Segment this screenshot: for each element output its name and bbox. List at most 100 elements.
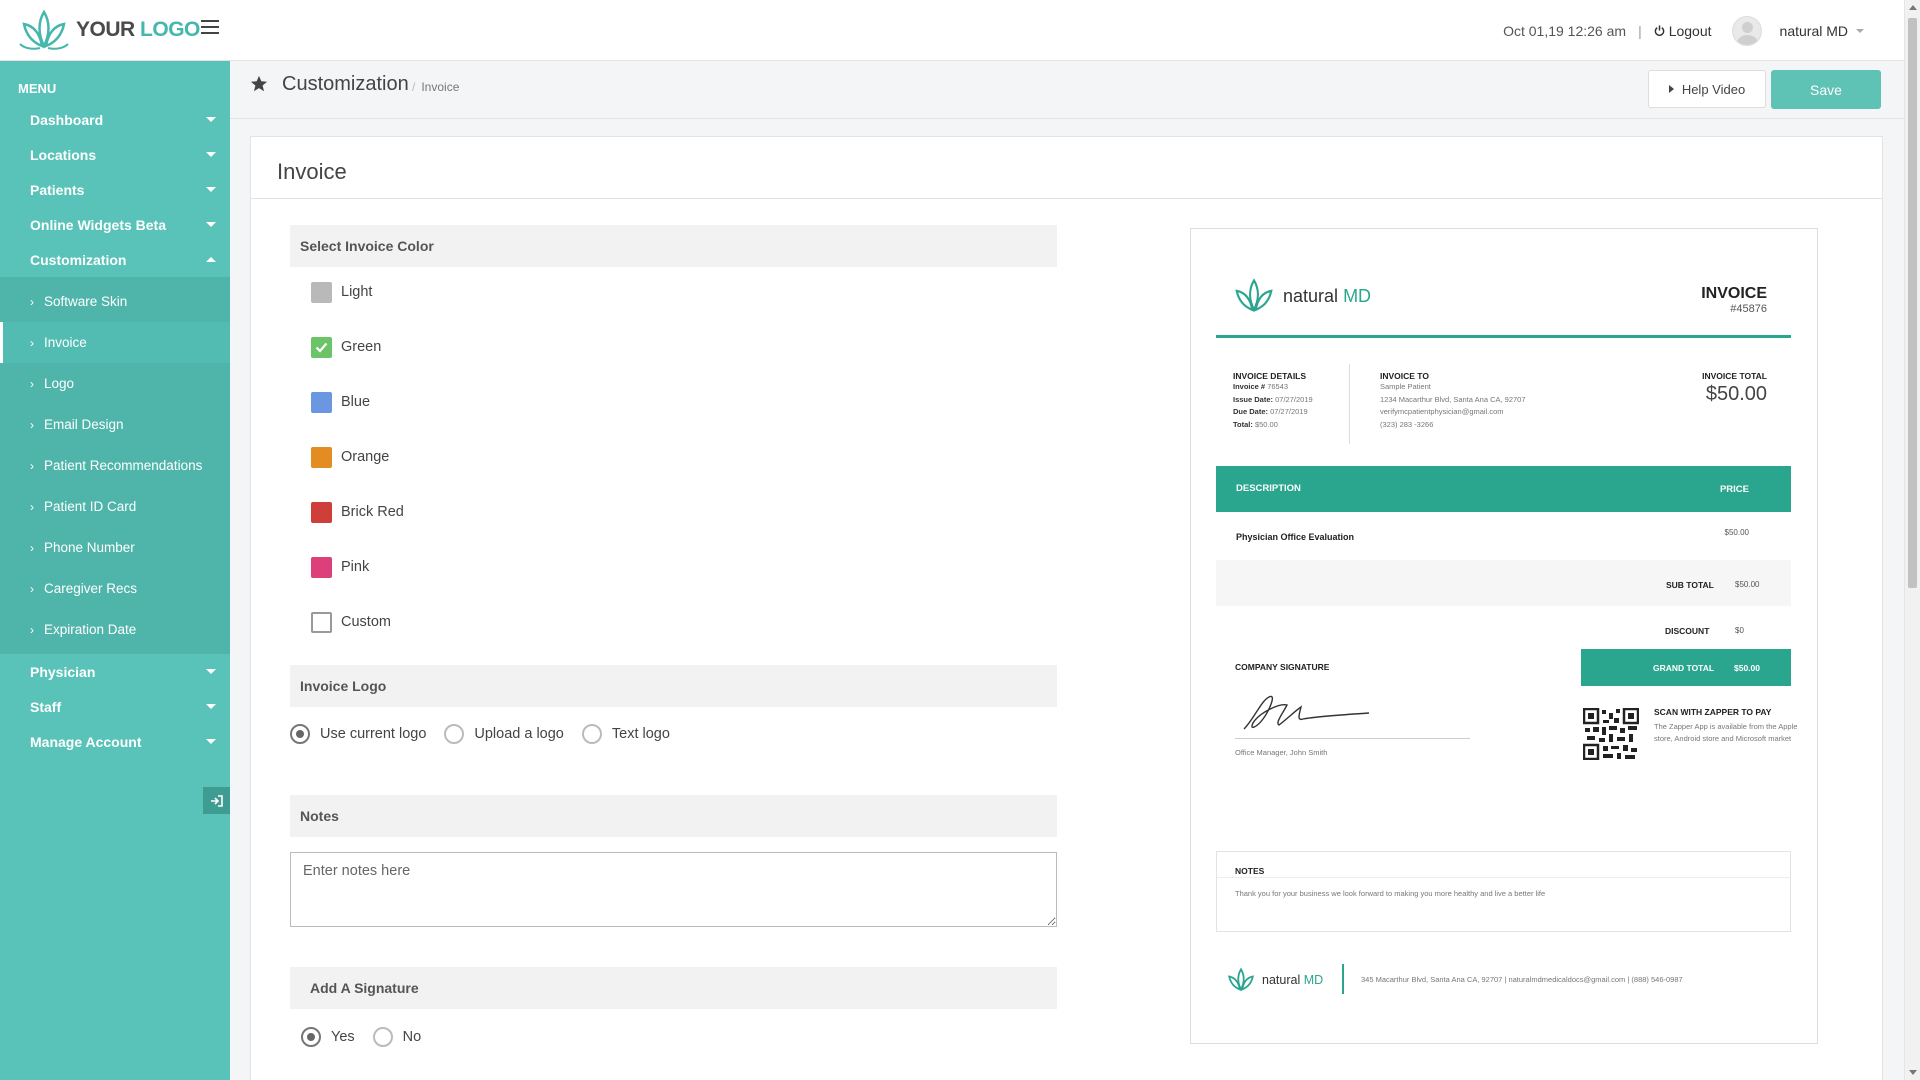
sidebar-subitem-label: Caregiver Recs: [44, 581, 138, 596]
caret-down-icon: [206, 669, 216, 674]
radio-label: Yes: [331, 1029, 355, 1045]
detail-value: 76543: [1267, 382, 1289, 391]
color-option-orange[interactable]: Orange: [311, 445, 389, 469]
sidebar-item-online-widgets[interactable]: Online Widgets Beta: [0, 207, 230, 242]
radio-signature-yes[interactable]: Yes: [301, 1027, 355, 1047]
sidebar-item-dashboard[interactable]: Dashboard: [0, 102, 230, 137]
logo-text: YOUR LOGO: [76, 18, 200, 42]
logout-link[interactable]: Logout: [1654, 23, 1712, 39]
sidebar-item-label: Online Widgets Beta: [30, 216, 167, 233]
radio-checked[interactable]: [301, 1027, 321, 1047]
radio-use-current-logo[interactable]: Use current logo: [290, 724, 426, 744]
color-label: Pink: [341, 559, 370, 575]
radio-label: Upload a logo: [474, 726, 564, 742]
detail-value: 07/27/2019: [1275, 394, 1313, 404]
chevron-right-icon: ›: [30, 499, 34, 514]
sidebar-subitem-phone-number[interactable]: › Phone Number: [0, 527, 230, 568]
color-label: Custom: [341, 614, 391, 630]
radio-text-logo[interactable]: Text logo: [581, 724, 670, 744]
top-right-area: Oct 01,19 12:26 am | Logout natural MD: [1503, 0, 1864, 61]
color-swatch: [311, 336, 332, 358]
radio-upload-logo[interactable]: Upload a logo: [444, 724, 564, 744]
sidebar-item-patients[interactable]: Patients: [0, 172, 230, 207]
color-option-pink[interactable]: Pink: [311, 555, 369, 579]
sidebar-item-customization[interactable]: Customization: [0, 242, 230, 277]
save-button[interactable]: Save: [1771, 70, 1881, 109]
collapse-sidebar-button[interactable]: [203, 787, 230, 814]
customization-submenu: › Software Skin › Invoice › Logo › Email Des…: [0, 277, 230, 654]
color-option-custom[interactable]: Custom: [311, 610, 391, 634]
sidebar-subitem-logo[interactable]: › Logo: [0, 363, 230, 404]
color-option-light[interactable]: Light: [311, 280, 372, 304]
scroll-up-icon[interactable]: [1909, 5, 1917, 10]
help-video-button[interactable]: Help Video: [1648, 70, 1766, 108]
subtotal-label: SUB TOTAL: [1666, 580, 1714, 590]
detail-label: Due Date:: [1233, 407, 1269, 416]
preview-total-value: $50.00: [1705, 383, 1767, 405]
check-icon: [315, 342, 328, 353]
radio-unchecked[interactable]: [372, 1027, 393, 1047]
play-icon: [1668, 85, 1674, 93]
scroll-down-icon[interactable]: [1909, 1070, 1917, 1075]
section-invoice-color: Select Invoice Color: [290, 225, 1057, 267]
footer-divider: [1342, 964, 1344, 994]
section-notes: Notes: [290, 795, 1057, 837]
username[interactable]: natural MD: [1780, 23, 1848, 39]
footer-brand: natural MD: [1262, 973, 1323, 987]
page-scrollbar[interactable]: [1904, 0, 1920, 1080]
chevron-right-icon: ›: [30, 581, 34, 596]
radio-unchecked[interactable]: [444, 724, 465, 744]
sidebar-item-locations[interactable]: Locations: [0, 137, 230, 172]
sidebar-subitem-patient-id-card[interactable]: › Patient ID Card: [0, 486, 230, 527]
leaf-logo-icon: [19, 9, 69, 50]
sidebar-subitem-email-design[interactable]: › Email Design: [0, 404, 230, 445]
power-icon: [1654, 25, 1664, 36]
discount-label: DISCOUNT: [1665, 626, 1710, 636]
detail-label: Invoice #: [1233, 382, 1266, 391]
preview-invoice-title: INVOICE: [1701, 285, 1767, 302]
invoice-panel: Invoice Select Invoice Color Light Green…: [250, 136, 1883, 1080]
star-icon[interactable]: [250, 75, 268, 93]
color-option-green[interactable]: Green: [311, 335, 381, 359]
sidebar-item-physician[interactable]: Physician: [0, 654, 230, 689]
logout-label: Logout: [1668, 22, 1712, 39]
sidebar-subitem-patient-recommendations[interactable]: › Patient Recommendations: [0, 445, 230, 486]
color-swatch: [311, 501, 332, 523]
color-option-brick-red[interactable]: Brick Red: [311, 500, 404, 524]
preview-table-header: DESCRIPTION PRICE: [1216, 466, 1791, 512]
sidebar-item-staff[interactable]: Staff: [0, 689, 230, 724]
radio-checked[interactable]: [290, 724, 310, 744]
discount-value: $0: [1735, 626, 1744, 635]
app-logo[interactable]: YOUR LOGO: [18, 8, 200, 52]
sidebar-subitem-software-skin[interactable]: › Software Skin: [0, 281, 230, 322]
menu-title: MENU: [18, 81, 57, 96]
sidebar-item-manage-account[interactable]: Manage Account: [0, 724, 230, 759]
sidebar-subitem-label: Invoice: [44, 335, 87, 350]
scroll-thumb[interactable]: [1908, 18, 1917, 588]
color-swatch: [311, 391, 332, 413]
sidebar-subitem-caregiver-recs[interactable]: › Caregiver Recs: [0, 568, 230, 609]
sidebar-subitem-invoice[interactable]: › Invoice: [0, 322, 230, 363]
radio-unchecked[interactable]: [581, 724, 602, 744]
caret-down-icon: [206, 117, 216, 122]
preview-footer-logo: natural MD: [1225, 967, 1323, 993]
radio-signature-no[interactable]: No: [372, 1027, 421, 1047]
grand-total-label: GRAND TOTAL: [1653, 663, 1715, 673]
sidebar-subitem-label: Logo: [44, 376, 75, 391]
color-option-blue[interactable]: Blue: [311, 390, 370, 414]
preview-to-line: verifymcpatientphysician@gmail.com: [1380, 407, 1504, 416]
sidebar-subitem-label: Software Skin: [44, 294, 128, 309]
preview-subtotal-row: SUB TOTAL $50.00: [1216, 560, 1791, 606]
notes-text: Thank you for your business we look forw…: [1235, 889, 1546, 898]
sidebar-item-label: Customization: [30, 251, 127, 268]
user-dropdown-icon[interactable]: [1856, 28, 1864, 33]
signature-image: [1243, 695, 1370, 730]
sidebar-subitem-expiration-date[interactable]: › Expiration Date: [0, 609, 230, 650]
col-description: DESCRIPTION: [1236, 483, 1301, 494]
sidebar-item-label: Patients: [30, 181, 85, 198]
preview-brand-a: natural: [1283, 285, 1339, 306]
avatar[interactable]: [1731, 15, 1762, 46]
menu-toggle-icon[interactable]: [201, 20, 219, 34]
preview-invoice-number: #45876: [1730, 303, 1767, 315]
notes-input[interactable]: [290, 852, 1057, 927]
